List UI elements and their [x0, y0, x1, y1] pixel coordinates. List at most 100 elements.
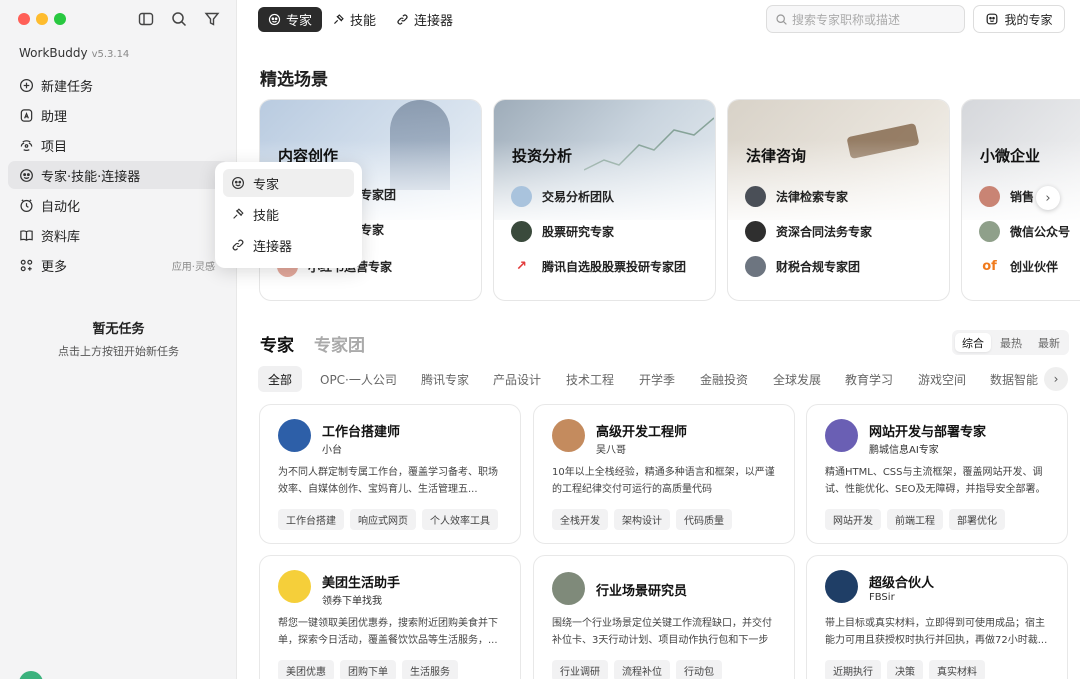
scene-item-label: 创业伙伴 [1010, 260, 1059, 274]
scene-item[interactable]: 交易分析团队 [511, 186, 614, 207]
nav-more[interactable]: 更多 应用·灵感 [8, 251, 229, 279]
scene-item[interactable]: ↗ 腾讯自选股股票投研专家团 [511, 256, 686, 277]
section-tab-experts[interactable]: 专家 [260, 331, 294, 356]
nav-more-extra: 应用·灵感 [171, 261, 215, 273]
close-window-button[interactable] [18, 13, 30, 25]
expert-icon [20, 168, 33, 182]
category-item[interactable]: 数据智能 [980, 366, 1040, 392]
expert-name: 行业场景研究员 [596, 584, 688, 599]
nav-new-task[interactable]: 新建任务 [8, 71, 229, 99]
expert-name: 高级开发工程师 [596, 425, 688, 440]
expert-card[interactable]: 超级合伙人 FBSir 带上目标或真实材料，立即得到可使用成品；宿主能力可用且获… [806, 555, 1068, 679]
submenu-item-connectors[interactable]: 连接器 [223, 231, 354, 259]
carousel-next-button[interactable]: › [1036, 186, 1060, 210]
scene-item[interactable]: 微信公众号 [979, 221, 1070, 242]
category-item[interactable]: 开学季 [629, 366, 685, 392]
expert-tag: 工作台搭建 [278, 509, 344, 530]
expert-description: 围绕一个行业场景定位关键工作流程缺口，并交付补位卡、3天行动计划、项目动作执行包… [552, 618, 772, 646]
my-experts-label: 我的专家 [1004, 12, 1053, 27]
expert-tag: 团购下单 [340, 660, 396, 679]
category-item[interactable]: OPC·一人公司 [310, 366, 407, 392]
tab-label: 专家 [286, 14, 313, 29]
scene-item[interactable]: 法律检索专家 [745, 186, 848, 207]
filter-icon[interactable] [203, 10, 221, 28]
expert-tag: 响应式网页 [350, 509, 416, 530]
avatar [745, 256, 766, 277]
nav-library[interactable]: 资料库 [8, 221, 229, 249]
app-window: WorkBuddy v5.3.14 新建任务 助理 项目 专家·技能·连接器 自动… [0, 0, 1080, 679]
book-icon [20, 229, 33, 241]
expert-card[interactable]: 行业场景研究员 围绕一个行业场景定位关键工作流程缺口，并交付补位卡、3天行动计划… [533, 555, 795, 679]
nav-experts-skills-connectors[interactable]: 专家·技能·连接器 [8, 161, 229, 189]
sidebar-toggle-icon[interactable] [137, 10, 155, 28]
expert-card[interactable]: 美团生活助手 领券下单找我 帮您一键领取美团优惠券，搜索附近团购美食并下单，探索… [259, 555, 521, 679]
category-next-button[interactable]: › [1044, 367, 1068, 391]
submenu-item-skills[interactable]: 技能 [223, 200, 354, 228]
skill-icon [233, 208, 244, 219]
expert-tag: 美团优惠 [278, 660, 334, 679]
avatar [552, 572, 585, 605]
zoom-window-button[interactable] [54, 13, 66, 25]
scene-card-legal[interactable]: 法律咨询 法律检索专家 资深合同法务专家 财税合规专家团 [727, 99, 950, 301]
expert-icon [232, 177, 244, 189]
search-icon[interactable] [170, 10, 188, 28]
tab-connectors[interactable]: 连接器 [386, 7, 463, 32]
stock-app-icon: ↗ [511, 256, 532, 277]
scene-item[interactable]: 销售 [979, 186, 1034, 207]
scene-card-investment[interactable]: 投资分析 交易分析团队 股票研究专家 ↗ 腾讯自选股股票投研专家团 [493, 99, 716, 301]
category-item[interactable]: 游戏空间 [908, 366, 976, 392]
sort-hottest[interactable]: 最热 [993, 333, 1029, 352]
expert-tag: 决策 [887, 660, 923, 679]
nav-assistant[interactable]: 助理 [8, 101, 229, 129]
avatar [745, 186, 766, 207]
sort-newest[interactable]: 最新 [1031, 333, 1067, 352]
avatar [825, 419, 858, 452]
submenu-label: 技能 [253, 208, 280, 224]
scene-item[interactable]: 资深合同法务专家 [745, 221, 872, 242]
scene-card-small-business[interactable]: 小微企业 销售 微信公众号 of 创业伙伴 [961, 99, 1080, 301]
expert-author: 鹏城信息AI专家 [869, 445, 939, 456]
grid-icon [20, 259, 33, 271]
scene-item[interactable]: of 创业伙伴 [979, 256, 1058, 277]
category-item[interactable]: 腾讯专家 [411, 366, 479, 392]
tab-label: 连接器 [414, 14, 454, 29]
expert-author: FBSir [869, 592, 895, 603]
category-all[interactable]: 全部 [258, 366, 303, 392]
expert-card[interactable]: 工作台搭建师 小台 为不同人群定制专属工作台，覆盖学习备考、职场效率、自媒体创作… [259, 404, 521, 544]
empty-task-title: 暂无任务 [92, 322, 145, 337]
submenu-item-experts[interactable]: 专家 [223, 169, 354, 197]
avatar [511, 221, 532, 242]
nav-automation[interactable]: 自动化 [8, 191, 229, 219]
nav-projects[interactable]: 项目 [8, 131, 229, 159]
tab-experts[interactable]: 专家 [258, 7, 323, 32]
clock-icon [20, 198, 33, 212]
scene-item-label: 销售 [1010, 190, 1035, 204]
scene-item[interactable]: 财税合规专家团 [745, 256, 860, 277]
app-name: WorkBuddy [19, 46, 88, 60]
expert-search-input[interactable]: 搜索专家职称或描述 [766, 5, 965, 33]
scene-item[interactable]: 专家 [360, 221, 384, 238]
my-experts-button[interactable]: 我的专家 [973, 5, 1065, 33]
expert-badge-icon [987, 13, 998, 25]
expert-card[interactable]: 网站开发与部署专家 鹏城信息AI专家 精通HTML、CSS与主流框架，覆盖网站开… [806, 404, 1068, 544]
scene-item-label: 专家团 [360, 188, 397, 202]
expert-tag: 个人效率工具 [422, 509, 498, 530]
scene-item[interactable]: 股票研究专家 [511, 221, 614, 242]
sort-comprehensive[interactable]: 综合 [955, 333, 991, 352]
category-item[interactable]: 教育学习 [835, 366, 903, 392]
category-item[interactable]: 全球发展 [763, 366, 831, 392]
category-item[interactable]: 产品设计 [483, 366, 551, 392]
avatar [278, 570, 311, 603]
expert-description: 帮您一键领取美团优惠券，搜索附近团购美食并下单，探索今日活动，覆盖餐饮饮品等生活… [278, 618, 498, 646]
nav-label: 新建任务 [41, 79, 94, 95]
avatar [552, 419, 585, 452]
scene-item-label: 法律检索专家 [776, 190, 849, 204]
section-tab-expert-teams[interactable]: 专家团 [314, 331, 365, 356]
tab-skills[interactable]: 技能 [322, 7, 386, 32]
category-item[interactable]: 技术工程 [556, 366, 624, 392]
minimize-window-button[interactable] [36, 13, 48, 25]
expert-card[interactable]: 高级开发工程师 吴八哥 10年以上全栈经验，精通多种语言和框架，以严谨的工程纪律… [533, 404, 795, 544]
avatar[interactable] [19, 671, 43, 679]
category-item[interactable]: 金融投资 [690, 366, 758, 392]
scene-item[interactable]: 专家团 [360, 186, 396, 203]
